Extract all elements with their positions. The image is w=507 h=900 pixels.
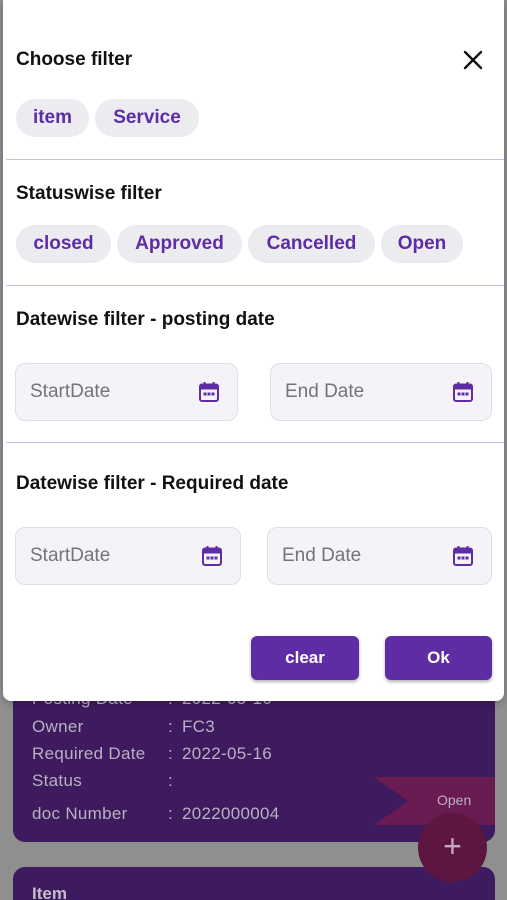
calendar-icon[interactable] <box>200 544 224 568</box>
chip-cancelled[interactable]: Cancelled <box>248 225 375 263</box>
chip-open[interactable]: Open <box>381 225 463 263</box>
card-row-owner: Owner : FC3 <box>32 717 215 737</box>
calendar-icon[interactable] <box>451 544 475 568</box>
row-separator: : <box>168 717 174 736</box>
chip-approved[interactable]: Approved <box>117 225 242 263</box>
posting-end-date-field[interactable]: End Date <box>270 363 492 421</box>
close-button[interactable] <box>459 46 487 74</box>
next-card-title: Item <box>32 884 67 900</box>
card-row-required-date: Required Date : 2022-05-16 <box>32 744 272 764</box>
ok-button[interactable]: Ok <box>385 636 492 680</box>
filter-dialog: Choose filter item Service Statuswise fi… <box>3 0 504 701</box>
row-value: 2022-05-16 <box>182 744 272 763</box>
posting-start-date-field[interactable]: StartDate <box>15 363 238 421</box>
plus-icon: + <box>443 828 462 864</box>
status-ribbon-label: Open <box>437 792 472 808</box>
chip-closed[interactable]: closed <box>16 225 111 263</box>
posting-date-filter-title: Datewise filter - posting date <box>16 309 275 330</box>
row-separator: : <box>168 744 174 763</box>
add-fab-button[interactable]: + <box>418 813 487 882</box>
clear-button[interactable]: clear <box>251 636 359 680</box>
start-date-placeholder: StartDate <box>30 381 111 402</box>
row-value: 2022000004 <box>182 804 280 823</box>
row-separator: : <box>168 804 174 823</box>
row-label: Required Date <box>32 744 146 763</box>
row-separator: : <box>168 771 174 790</box>
divider <box>6 159 504 160</box>
document-card-next[interactable] <box>13 867 495 900</box>
chip-item[interactable]: item <box>16 99 89 137</box>
required-start-date-field[interactable]: StartDate <box>15 527 241 585</box>
calendar-icon[interactable] <box>197 380 221 404</box>
required-date-filter-title: Datewise filter - Required date <box>16 473 289 494</box>
start-date-placeholder: StartDate <box>30 545 111 566</box>
card-row-doc-number: doc Number : 2022000004 <box>32 804 279 824</box>
calendar-icon[interactable] <box>451 380 475 404</box>
row-label: Owner <box>32 717 84 736</box>
end-date-placeholder: End Date <box>282 545 362 566</box>
close-icon <box>463 50 483 70</box>
row-label: doc Number <box>32 804 128 823</box>
end-date-placeholder: End Date <box>285 381 365 402</box>
dialog-title: Choose filter <box>16 49 133 70</box>
chip-service[interactable]: Service <box>95 99 199 137</box>
status-filter-title: Statuswise filter <box>16 183 162 204</box>
card-row-status: Status : <box>32 771 173 791</box>
divider <box>6 285 504 286</box>
row-label: Status <box>32 771 82 790</box>
required-end-date-field[interactable]: End Date <box>267 527 492 585</box>
divider <box>6 442 504 443</box>
row-value: FC3 <box>182 717 216 736</box>
